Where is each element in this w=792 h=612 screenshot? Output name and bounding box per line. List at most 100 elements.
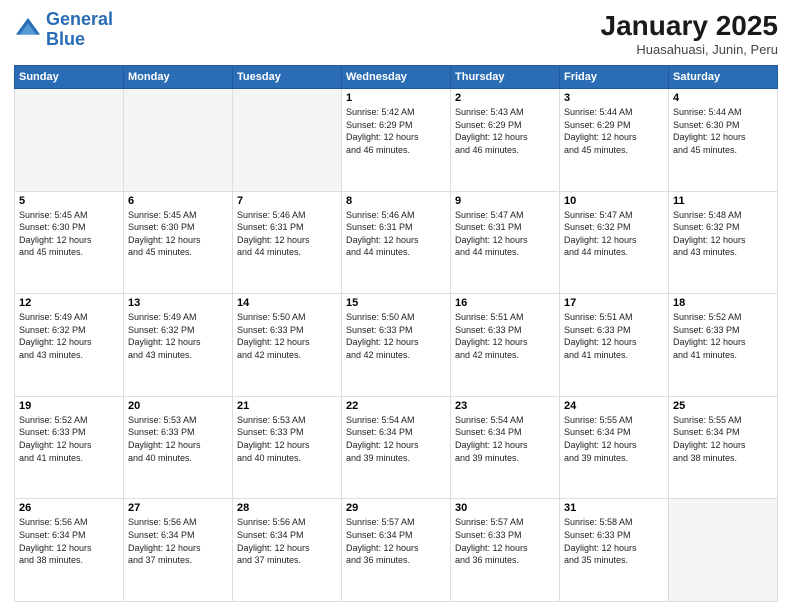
day-cell: 13 Sunrise: 5:49 AMSunset: 6:32 PMDayligh… <box>124 294 233 397</box>
day-info: Sunrise: 5:42 AMSunset: 6:29 PMDaylight:… <box>346 106 446 156</box>
title-block: January 2025 Huasahuasi, Junin, Peru <box>601 10 778 57</box>
day-number: 3 <box>564 92 664 104</box>
week-row-5: 26 Sunrise: 5:56 AMSunset: 6:34 PMDayligh… <box>15 499 778 602</box>
day-number: 15 <box>346 297 446 309</box>
day-cell: 12 Sunrise: 5:49 AMSunset: 6:32 PMDayligh… <box>15 294 124 397</box>
day-cell: 17 Sunrise: 5:51 AMSunset: 6:33 PMDayligh… <box>560 294 669 397</box>
day-number: 2 <box>455 92 555 104</box>
day-number: 14 <box>237 297 337 309</box>
day-number: 9 <box>455 195 555 207</box>
day-info: Sunrise: 5:56 AMSunset: 6:34 PMDaylight:… <box>19 516 119 566</box>
day-cell: 25 Sunrise: 5:55 AMSunset: 6:34 PMDayligh… <box>669 396 778 499</box>
header-tuesday: Tuesday <box>233 66 342 89</box>
day-cell: 26 Sunrise: 5:56 AMSunset: 6:34 PMDayligh… <box>15 499 124 602</box>
day-number: 4 <box>673 92 773 104</box>
day-cell: 14 Sunrise: 5:50 AMSunset: 6:33 PMDayligh… <box>233 294 342 397</box>
day-number: 30 <box>455 502 555 514</box>
day-number: 16 <box>455 297 555 309</box>
day-info: Sunrise: 5:51 AMSunset: 6:33 PMDaylight:… <box>564 311 664 361</box>
header-sunday: Sunday <box>15 66 124 89</box>
day-info: Sunrise: 5:55 AMSunset: 6:34 PMDaylight:… <box>673 414 773 464</box>
day-cell: 23Sunrise: 5:54 AMSunset: 6:34 PMDayligh… <box>451 396 560 499</box>
day-info: Sunrise: 5:44 AMSunset: 6:29 PMDaylight:… <box>564 106 664 156</box>
week-row-3: 12 Sunrise: 5:49 AMSunset: 6:32 PMDayligh… <box>15 294 778 397</box>
day-cell: 1 Sunrise: 5:42 AMSunset: 6:29 PMDaylight… <box>342 89 451 192</box>
day-info: Sunrise: 5:56 AMSunset: 6:34 PMDaylight:… <box>128 516 228 566</box>
logo: General Blue <box>14 10 113 50</box>
day-info: Sunrise: 5:43 AMSunset: 6:29 PMDaylight:… <box>455 106 555 156</box>
day-info: Sunrise: 5:56 AMSunset: 6:34 PMDaylight:… <box>237 516 337 566</box>
day-number: 12 <box>19 297 119 309</box>
day-info: Sunrise: 5:52 AMSunset: 6:33 PMDaylight:… <box>19 414 119 464</box>
day-number: 13 <box>128 297 228 309</box>
week-row-4: 19 Sunrise: 5:52 AMSunset: 6:33 PMDayligh… <box>15 396 778 499</box>
day-cell: 11Sunrise: 5:48 AMSunset: 6:32 PMDayligh… <box>669 191 778 294</box>
day-cell: 18 Sunrise: 5:52 AMSunset: 6:33 PMDayligh… <box>669 294 778 397</box>
day-cell: 7 Sunrise: 5:46 AMSunset: 6:31 PMDaylight… <box>233 191 342 294</box>
calendar-subtitle: Huasahuasi, Junin, Peru <box>601 42 778 57</box>
calendar-table: Sunday Monday Tuesday Wednesday Thursday… <box>14 65 778 602</box>
day-cell: 6 Sunrise: 5:45 AMSunset: 6:30 PMDaylight… <box>124 191 233 294</box>
header-wednesday: Wednesday <box>342 66 451 89</box>
day-cell: 21 Sunrise: 5:53 AMSunset: 6:33 PMDayligh… <box>233 396 342 499</box>
day-info: Sunrise: 5:49 AMSunset: 6:32 PMDaylight:… <box>128 311 228 361</box>
day-cell: 2 Sunrise: 5:43 AMSunset: 6:29 PMDaylight… <box>451 89 560 192</box>
day-info: Sunrise: 5:52 AMSunset: 6:33 PMDaylight:… <box>673 311 773 361</box>
day-number: 8 <box>346 195 446 207</box>
day-info: Sunrise: 5:57 AMSunset: 6:33 PMDaylight:… <box>455 516 555 566</box>
day-info: Sunrise: 5:46 AMSunset: 6:31 PMDaylight:… <box>346 209 446 259</box>
header-saturday: Saturday <box>669 66 778 89</box>
day-number: 17 <box>564 297 664 309</box>
logo-text: General Blue <box>46 10 113 50</box>
day-info: Sunrise: 5:45 AMSunset: 6:30 PMDaylight:… <box>19 209 119 259</box>
day-number: 10 <box>564 195 664 207</box>
day-number: 20 <box>128 400 228 412</box>
day-cell: 24Sunrise: 5:55 AMSunset: 6:34 PMDayligh… <box>560 396 669 499</box>
day-info: Sunrise: 5:50 AMSunset: 6:33 PMDaylight:… <box>346 311 446 361</box>
logo-icon <box>14 16 42 44</box>
day-number: 23 <box>455 400 555 412</box>
day-info: Sunrise: 5:54 AMSunset: 6:34 PMDaylight:… <box>346 414 446 464</box>
day-cell: 15 Sunrise: 5:50 AMSunset: 6:33 PMDayligh… <box>342 294 451 397</box>
day-number: 26 <box>19 502 119 514</box>
day-number: 25 <box>673 400 773 412</box>
day-cell: 28 Sunrise: 5:56 AMSunset: 6:34 PMDayligh… <box>233 499 342 602</box>
day-cell: 31Sunrise: 5:58 AMSunset: 6:33 PMDayligh… <box>560 499 669 602</box>
header-thursday: Thursday <box>451 66 560 89</box>
week-row-1: 1 Sunrise: 5:42 AMSunset: 6:29 PMDaylight… <box>15 89 778 192</box>
day-number: 5 <box>19 195 119 207</box>
day-number: 1 <box>346 92 446 104</box>
day-info: Sunrise: 5:46 AMSunset: 6:31 PMDaylight:… <box>237 209 337 259</box>
day-number: 6 <box>128 195 228 207</box>
day-info: Sunrise: 5:51 AMSunset: 6:33 PMDaylight:… <box>455 311 555 361</box>
page: General Blue January 2025 Huasahuasi, Ju… <box>0 0 792 612</box>
day-info: Sunrise: 5:49 AMSunset: 6:32 PMDaylight:… <box>19 311 119 361</box>
day-cell: 9 Sunrise: 5:47 AMSunset: 6:31 PMDaylight… <box>451 191 560 294</box>
day-number: 24 <box>564 400 664 412</box>
day-cell: 19 Sunrise: 5:52 AMSunset: 6:33 PMDayligh… <box>15 396 124 499</box>
weekday-header-row: Sunday Monday Tuesday Wednesday Thursday… <box>15 66 778 89</box>
day-number: 28 <box>237 502 337 514</box>
calendar-title: January 2025 <box>601 10 778 42</box>
day-cell <box>124 89 233 192</box>
day-number: 27 <box>128 502 228 514</box>
day-number: 18 <box>673 297 773 309</box>
day-cell <box>669 499 778 602</box>
day-info: Sunrise: 5:50 AMSunset: 6:33 PMDaylight:… <box>237 311 337 361</box>
day-number: 19 <box>19 400 119 412</box>
header-friday: Friday <box>560 66 669 89</box>
header: General Blue January 2025 Huasahuasi, Ju… <box>14 10 778 57</box>
day-cell <box>15 89 124 192</box>
day-cell: 30 Sunrise: 5:57 AMSunset: 6:33 PMDayligh… <box>451 499 560 602</box>
day-cell <box>233 89 342 192</box>
day-number: 7 <box>237 195 337 207</box>
day-number: 31 <box>564 502 664 514</box>
day-info: Sunrise: 5:45 AMSunset: 6:30 PMDaylight:… <box>128 209 228 259</box>
day-info: Sunrise: 5:53 AMSunset: 6:33 PMDaylight:… <box>237 414 337 464</box>
day-info: Sunrise: 5:47 AMSunset: 6:31 PMDaylight:… <box>455 209 555 259</box>
day-info: Sunrise: 5:57 AMSunset: 6:34 PMDaylight:… <box>346 516 446 566</box>
day-number: 11 <box>673 195 773 207</box>
day-cell: 8 Sunrise: 5:46 AMSunset: 6:31 PMDaylight… <box>342 191 451 294</box>
day-number: 21 <box>237 400 337 412</box>
day-info: Sunrise: 5:47 AMSunset: 6:32 PMDaylight:… <box>564 209 664 259</box>
